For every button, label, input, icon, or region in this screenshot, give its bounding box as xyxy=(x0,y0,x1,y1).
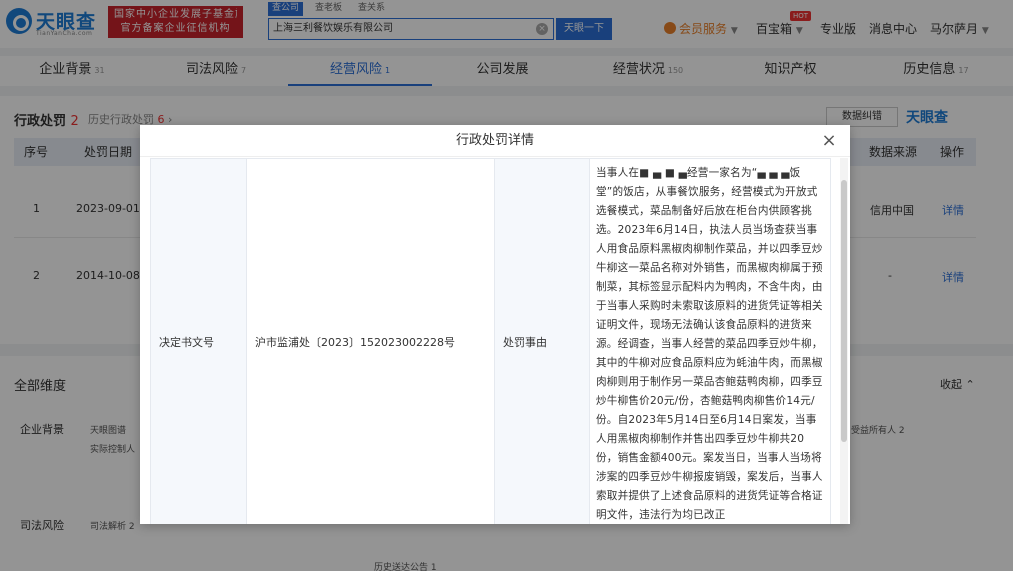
modal-header: 行政处罚详情 × xyxy=(140,125,850,157)
penalty-detail-table: 决定书文号 沪市监浦处〔2023〕152023002228号 处罚事由 当事人在… xyxy=(150,158,831,524)
modal-body: 决定书文号 沪市监浦处〔2023〕152023002228号 处罚事由 当事人在… xyxy=(150,158,840,524)
penalty-reason-label: 处罚事由 xyxy=(494,158,590,524)
close-icon[interactable]: × xyxy=(820,132,838,150)
penalty-detail-modal: 行政处罚详情 × 决定书文号 沪市监浦处〔2023〕152023002228号 … xyxy=(140,125,850,524)
decision-number-label: 决定书文号 xyxy=(150,158,247,524)
penalty-reason-text: 当事人在■ ▄ ■ ▄经营一家名为“▄ ▄ ▄饭堂”的饭店，从事餐饮服务，经营模… xyxy=(589,158,831,524)
decision-number-value: 沪市监浦处〔2023〕152023002228号 xyxy=(246,158,495,524)
modal-title: 行政处罚详情 xyxy=(455,133,534,148)
scrollbar-thumb[interactable] xyxy=(841,180,847,442)
modal-scrollbar[interactable] xyxy=(840,158,848,524)
